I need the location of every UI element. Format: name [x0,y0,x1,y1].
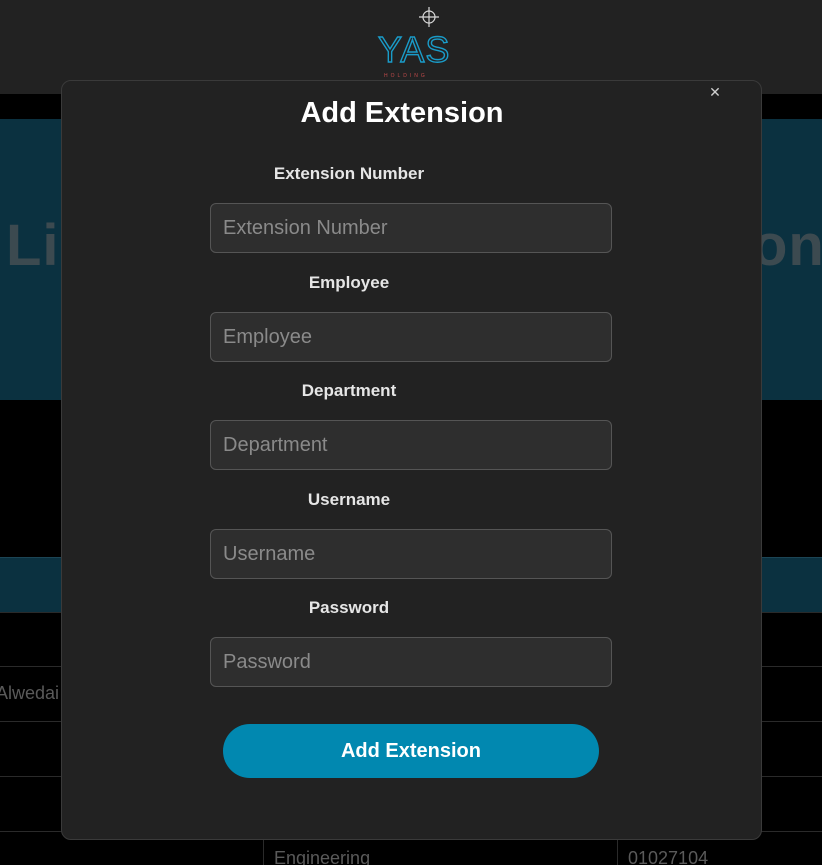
extension-number-input[interactable] [210,203,612,253]
add-extension-modal: ✕ Add Extension Extension Number Employe… [61,80,762,840]
logo-subtext: HOLDING [384,73,428,79]
modal-title: Add Extension [300,97,504,129]
password-label: Password [308,598,390,617]
compass-icon [419,7,439,27]
add-extension-button[interactable]: Add Extension [223,724,599,778]
username-label: Username [307,490,391,509]
hero-title-fragment-right: on [752,213,822,278]
table-cell-department: Engineering [274,848,371,865]
employee-label: Employee [308,273,390,292]
username-input[interactable] [210,529,612,579]
page: YAS HOLDING Li on Alwedai Engineering 01… [0,0,822,865]
employee-input[interactable] [210,312,612,362]
department-label: Department [301,381,397,400]
hero-title-fragment-left: Li [6,213,60,278]
department-input[interactable] [210,420,612,470]
yas-holding-logo: YAS HOLDING [377,7,450,79]
password-input[interactable] [210,637,612,687]
table-cell-name: Alwedai [0,683,60,703]
logo-text: YAS [378,29,450,70]
table-cell-phone: 01027104 [628,848,709,865]
extension-number-label: Extension Number [273,164,425,183]
